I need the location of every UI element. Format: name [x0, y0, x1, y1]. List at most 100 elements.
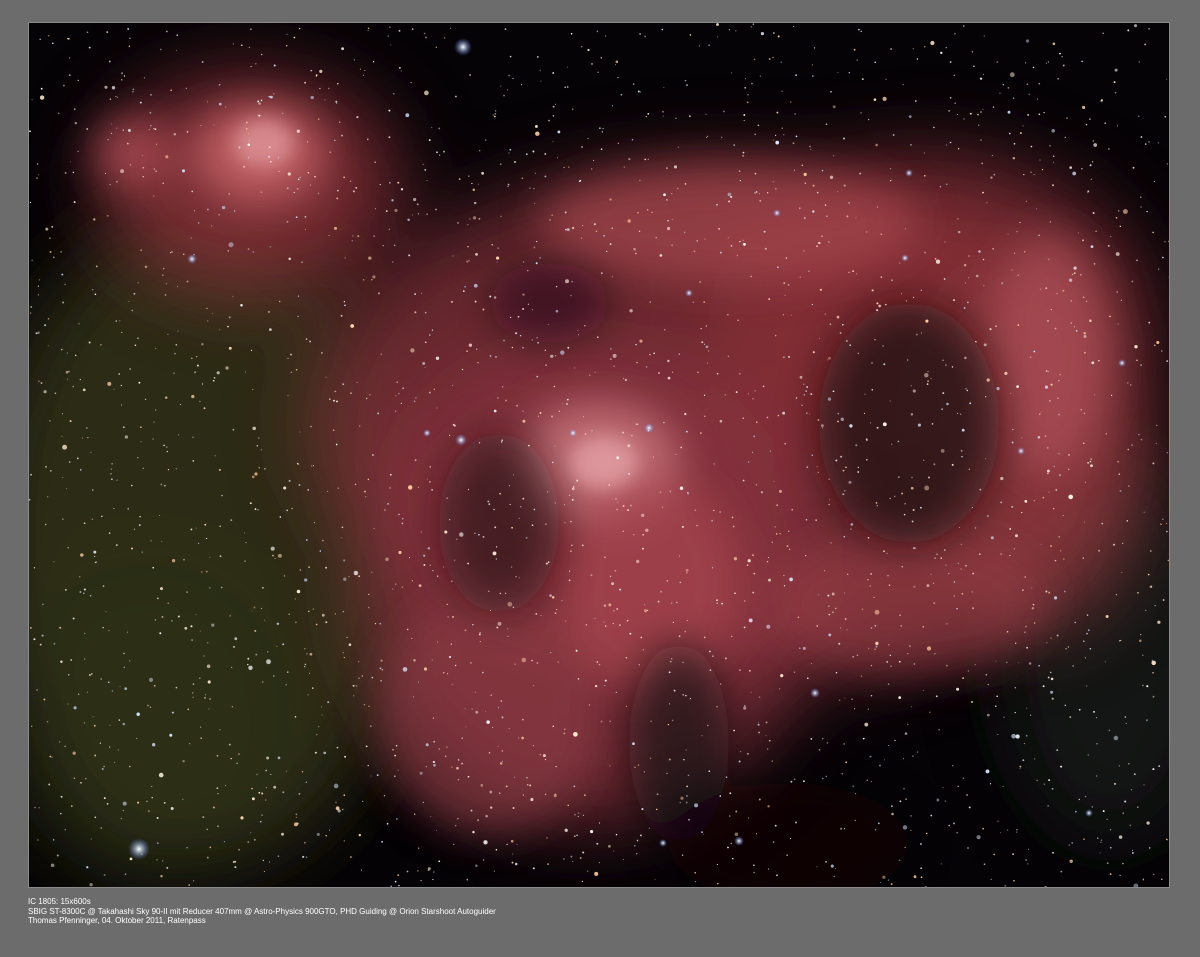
star — [295, 621, 297, 624]
star — [680, 446, 683, 449]
star — [264, 467, 266, 470]
star — [608, 484, 610, 486]
star — [738, 372, 741, 375]
star — [852, 655, 854, 658]
star — [191, 639, 193, 641]
star — [368, 705, 370, 708]
star — [379, 183, 381, 186]
star — [731, 857, 734, 860]
star — [1004, 884, 1007, 887]
star — [192, 683, 195, 685]
star — [37, 285, 40, 287]
star — [137, 337, 139, 340]
star — [304, 216, 307, 218]
star — [555, 309, 559, 313]
star — [51, 42, 54, 45]
star — [616, 508, 618, 511]
star — [122, 129, 125, 131]
star — [428, 139, 431, 142]
star — [86, 31, 89, 33]
star — [576, 479, 579, 482]
star — [508, 74, 510, 77]
star — [363, 704, 366, 706]
star — [960, 543, 962, 545]
star — [1016, 829, 1018, 831]
star — [889, 654, 892, 657]
star — [724, 394, 726, 396]
star — [33, 567, 36, 569]
star — [699, 281, 701, 283]
star — [265, 787, 267, 789]
star — [435, 46, 437, 48]
star — [584, 325, 586, 327]
star — [472, 216, 477, 220]
star — [238, 146, 241, 149]
star — [182, 253, 185, 256]
star — [78, 323, 80, 325]
star — [299, 431, 301, 433]
star — [1089, 319, 1092, 323]
star — [342, 610, 345, 613]
star — [717, 36, 719, 38]
star — [108, 629, 110, 632]
star — [883, 550, 885, 553]
star — [742, 479, 745, 482]
star — [962, 677, 965, 680]
star — [611, 276, 613, 278]
star — [387, 503, 389, 505]
star — [946, 402, 949, 406]
star — [828, 503, 830, 506]
star — [874, 624, 877, 627]
star — [425, 743, 429, 747]
star — [531, 524, 534, 526]
star — [256, 773, 258, 776]
star — [495, 558, 497, 560]
star — [1007, 233, 1009, 235]
star — [725, 776, 728, 779]
star — [995, 705, 997, 707]
star — [1114, 68, 1118, 72]
star — [522, 719, 524, 721]
star — [193, 210, 196, 212]
star — [309, 340, 312, 343]
star — [369, 725, 372, 727]
star — [1167, 559, 1169, 562]
star — [566, 398, 569, 401]
star — [716, 599, 718, 602]
star — [946, 623, 948, 625]
star — [352, 190, 355, 193]
star — [513, 776, 515, 778]
star — [1007, 110, 1011, 114]
star — [467, 775, 470, 778]
star — [122, 809, 125, 812]
star — [1062, 515, 1064, 517]
star — [512, 77, 514, 80]
star — [841, 772, 843, 775]
star — [490, 694, 492, 696]
star — [573, 835, 576, 838]
star — [121, 331, 123, 334]
star — [878, 304, 882, 308]
star — [739, 669, 741, 671]
star — [305, 338, 308, 340]
star — [512, 807, 515, 809]
star — [666, 199, 668, 201]
star — [639, 339, 643, 343]
star — [432, 878, 434, 881]
star — [94, 754, 97, 757]
star — [1122, 542, 1124, 545]
star — [273, 785, 277, 789]
star — [496, 261, 498, 263]
star — [564, 228, 567, 231]
star — [1166, 360, 1169, 363]
star — [932, 582, 935, 584]
star — [803, 394, 806, 396]
star — [379, 622, 382, 625]
star — [436, 407, 438, 409]
star — [1138, 115, 1140, 117]
star — [1019, 221, 1021, 224]
star — [325, 566, 328, 569]
star — [534, 203, 536, 205]
star — [557, 661, 560, 664]
star — [392, 748, 394, 751]
